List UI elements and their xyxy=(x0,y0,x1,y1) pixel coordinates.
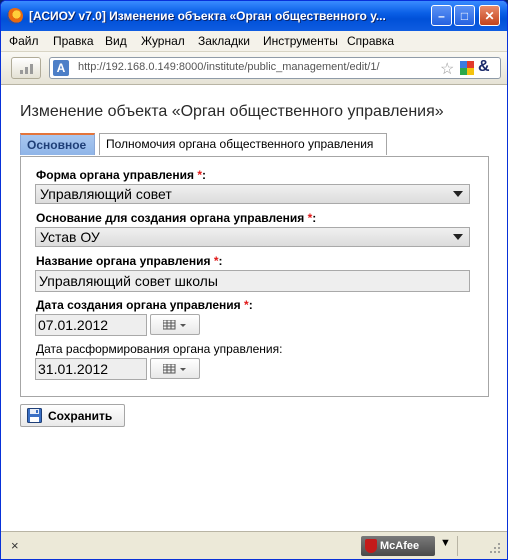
title-bar: [АСИОУ v7.0] Изменение объекта «Орган об… xyxy=(1,1,507,31)
form-type-label: Форма органа управления *: xyxy=(36,168,206,182)
tab-general[interactable]: Основное xyxy=(20,133,95,155)
menu-file[interactable]: Файл xyxy=(9,34,39,48)
calendar-icon xyxy=(163,364,186,374)
save-button-label: Сохранить xyxy=(48,409,113,423)
menu-bar: Файл Правка Вид Журнал Закладки Инструме… xyxy=(1,31,507,52)
created-date-label: Дата создания органа управления *: xyxy=(36,298,253,312)
menu-history[interactable]: Журнал xyxy=(141,34,185,48)
created-date-picker-button[interactable] xyxy=(150,314,200,335)
basis-select[interactable]: Устав ОУ xyxy=(35,227,470,247)
tab-powers[interactable]: Полномочия органа общественного управлен… xyxy=(99,133,387,155)
save-button[interactable]: Сохранить xyxy=(20,404,125,427)
menu-edit[interactable]: Правка xyxy=(53,34,94,48)
menu-tools[interactable]: Инструменты xyxy=(263,34,338,48)
google-toolbar-icon[interactable] xyxy=(460,61,474,75)
name-label: Название органа управления *: xyxy=(36,254,223,268)
floppy-disk-icon xyxy=(27,408,42,423)
resize-grip-icon[interactable] xyxy=(489,542,501,554)
dissolved-date-input[interactable]: 31.01.2012 xyxy=(35,358,147,380)
navigation-toolbar: A http://192.168.0.149:8000/institute/pu… xyxy=(1,52,507,85)
menu-bookmarks[interactable]: Закладки xyxy=(198,34,250,48)
address-bar[interactable]: A http://192.168.0.149:8000/institute/pu… xyxy=(49,57,501,79)
status-bar: × McAfee ▼ xyxy=(1,531,507,559)
ampersand-addon-icon[interactable]: & xyxy=(478,58,490,76)
calendar-icon xyxy=(163,320,186,330)
signal-bars-icon xyxy=(20,64,33,74)
name-input[interactable]: Управляющий совет школы xyxy=(35,270,470,292)
status-separator xyxy=(457,536,458,556)
basis-label: Основание для создания органа управления… xyxy=(36,211,317,225)
form-type-select[interactable]: Управляющий совет xyxy=(35,184,470,204)
minimize-button[interactable]: – xyxy=(431,5,452,26)
bookmark-star-icon[interactable]: ☆ xyxy=(440,59,454,79)
page-title: Изменение объекта «Орган общественного у… xyxy=(20,103,444,120)
dropdown-arrow-icon xyxy=(453,191,463,197)
page-content: Изменение объекта «Орган общественного у… xyxy=(1,85,507,531)
window-title: [АСИОУ v7.0] Изменение объекта «Орган об… xyxy=(29,9,386,23)
maximize-button[interactable]: □ xyxy=(454,5,475,26)
firefox-icon xyxy=(7,8,23,24)
dissolved-date-picker-button[interactable] xyxy=(150,358,200,379)
url-text[interactable]: http://192.168.0.149:8000/institute/publ… xyxy=(78,61,380,73)
mcafee-addon-badge[interactable]: McAfee xyxy=(361,536,435,556)
close-icon[interactable]: × xyxy=(11,538,19,553)
dissolved-date-label: Дата расформирования органа управления: xyxy=(36,342,283,356)
browser-window: [АСИОУ v7.0] Изменение объекта «Орган об… xyxy=(0,0,508,560)
close-window-button[interactable]: ✕ xyxy=(479,5,500,26)
form-panel: Форма органа управления *: Управляющий с… xyxy=(20,156,489,397)
site-identity-icon[interactable]: A xyxy=(53,60,69,76)
mcafee-dropdown-icon[interactable]: ▼ xyxy=(440,537,451,549)
mcafee-label: McAfee xyxy=(380,540,420,552)
signal-button[interactable] xyxy=(11,57,41,79)
dropdown-arrow-icon xyxy=(453,234,463,240)
menu-help[interactable]: Справка xyxy=(347,34,394,48)
created-date-input[interactable]: 07.01.2012 xyxy=(35,314,147,336)
mcafee-shield-icon xyxy=(365,539,377,553)
menu-view[interactable]: Вид xyxy=(105,34,127,48)
